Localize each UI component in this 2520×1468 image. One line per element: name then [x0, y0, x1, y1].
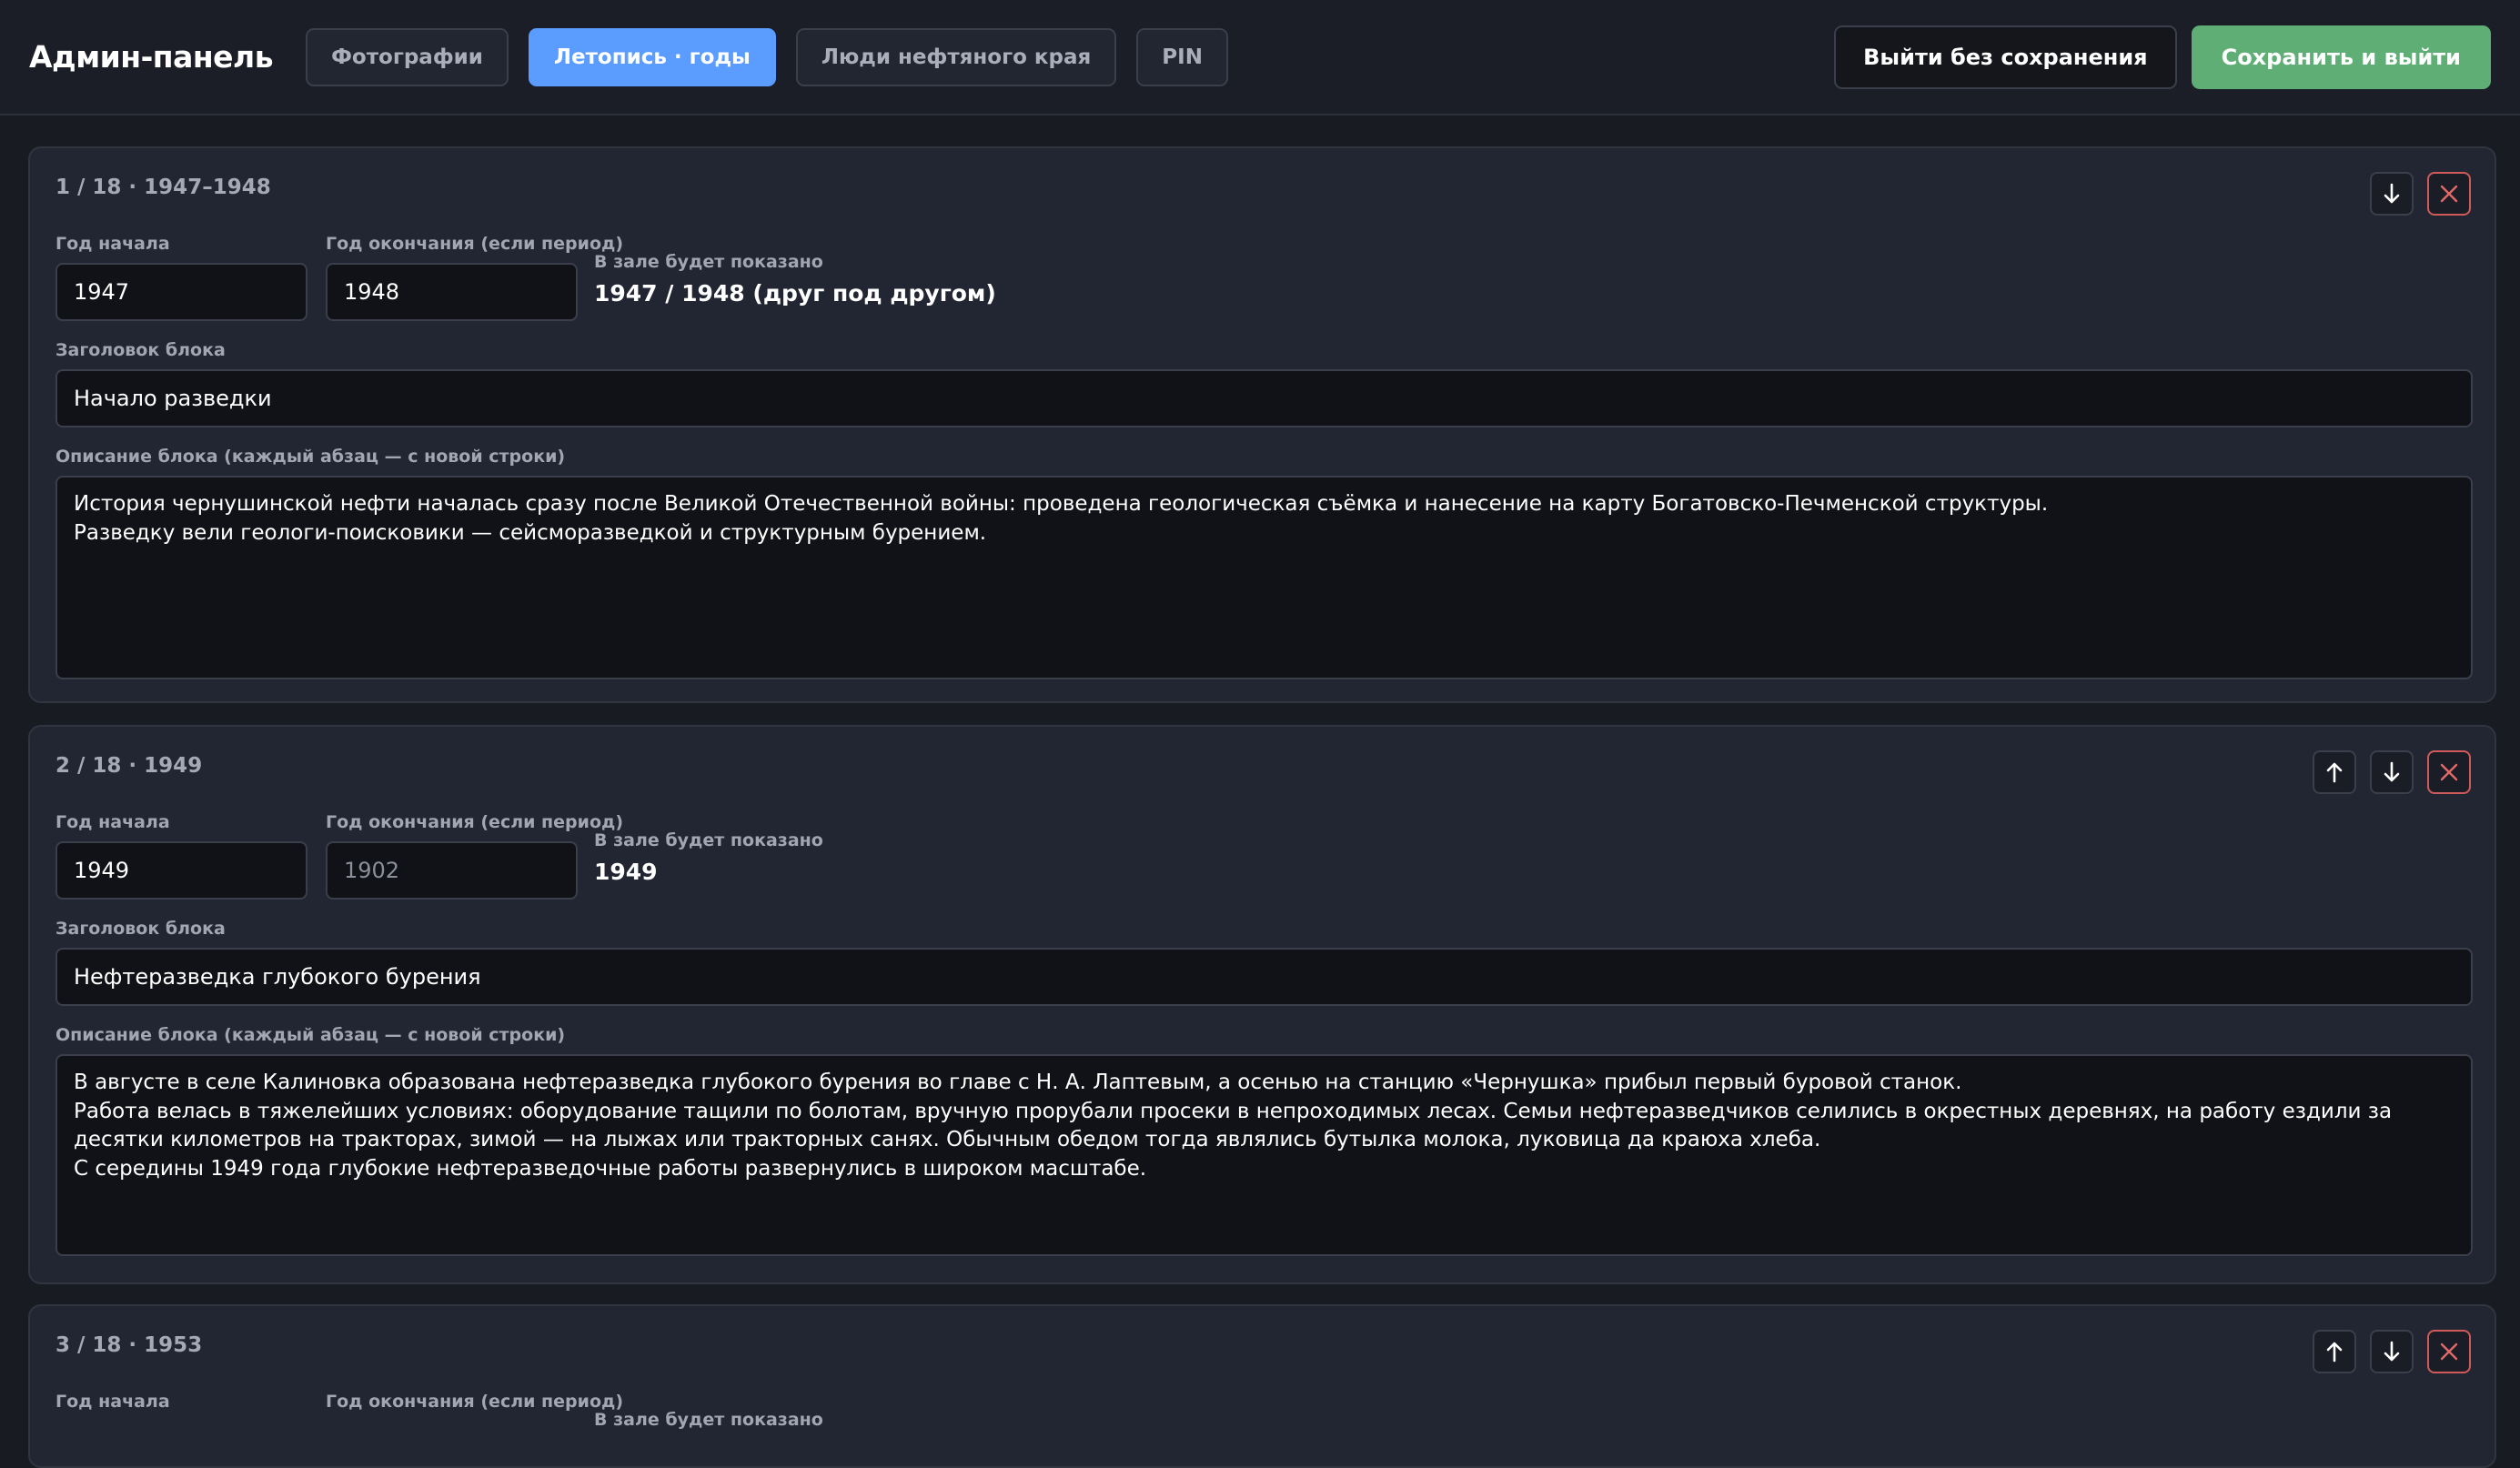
block-description-textarea[interactable]: В августе в селе Калиновка образована не… — [55, 1054, 2473, 1256]
block-title-input[interactable]: Начало разведки — [55, 369, 2473, 427]
end-year-input[interactable]: 1902 — [326, 841, 578, 900]
arrow-up-icon — [2326, 762, 2343, 783]
tab-oil-people[interactable]: Люди нефтяного края — [795, 27, 1117, 86]
block-description-textarea[interactable]: История чернушинской нефти началась сраз… — [55, 476, 2473, 679]
card-heading: 1 / 18 · 1947–1948 — [55, 176, 271, 199]
top-bar: Админ-панель Фотографии Летопись · годы … — [0, 0, 2520, 116]
year-card: 1 / 18 · 1947–1948 Год начала 1947 Год о… — [28, 146, 2496, 703]
end-year-input[interactable]: 1948 — [326, 263, 578, 321]
exit-without-saving-button[interactable]: Выйти без сохранения — [1834, 25, 2177, 89]
move-up-button[interactable] — [2313, 750, 2356, 794]
year-card: 3 / 18 · 1953 Год начала Год окончания (… — [28, 1304, 2496, 1468]
tab-chronicle-years[interactable]: Летопись · годы — [528, 27, 776, 86]
delete-button[interactable] — [2427, 750, 2471, 794]
start-year-label: Год начала — [55, 1392, 170, 1412]
card-heading: 3 / 18 · 1953 — [55, 1333, 203, 1357]
arrow-up-icon — [2326, 1342, 2343, 1362]
delete-button[interactable] — [2427, 1330, 2471, 1373]
move-down-button[interactable] — [2370, 1330, 2414, 1373]
shown-in-hall-value: 1949 — [594, 859, 658, 885]
start-year-input[interactable]: 1947 — [55, 263, 307, 321]
block-title-label: Заголовок блока — [55, 919, 226, 939]
move-up-button[interactable] — [2313, 1330, 2356, 1373]
end-year-label: Год окончания (если период) — [326, 1392, 624, 1412]
delete-button[interactable] — [2427, 172, 2471, 216]
close-icon — [2440, 1342, 2458, 1361]
end-year-label: Год окончания (если период) — [326, 812, 624, 832]
app-title: Админ-панель — [29, 39, 274, 75]
block-description-label: Описание блока (каждый абзац — с новой с… — [55, 447, 566, 467]
arrow-down-icon — [2384, 1341, 2400, 1362]
arrow-down-icon — [2384, 761, 2400, 782]
year-card: 2 / 18 · 1949 Год начала 1949 Год оконча… — [28, 725, 2496, 1284]
tab-pin[interactable]: PIN — [1136, 27, 1228, 86]
shown-in-hall-label: В зале будет показано — [594, 1410, 823, 1430]
block-description-label: Описание блока (каждый абзац — с новой с… — [55, 1025, 566, 1045]
block-title-input[interactable]: Нефтеразведка глубокого бурения — [55, 948, 2473, 1006]
shown-in-hall-label: В зале будет показано — [594, 830, 823, 850]
tab-photos[interactable]: Фотографии — [306, 27, 509, 86]
move-down-button[interactable] — [2370, 750, 2414, 794]
start-year-input[interactable]: 1949 — [55, 841, 307, 900]
card-heading: 2 / 18 · 1949 — [55, 754, 203, 778]
shown-in-hall-value: 1947 / 1948 (друг под другом) — [594, 280, 996, 307]
close-icon — [2440, 185, 2458, 203]
shown-in-hall-label: В зале будет показано — [594, 252, 823, 272]
start-year-label: Год начала — [55, 234, 170, 254]
arrow-down-icon — [2384, 183, 2400, 204]
close-icon — [2440, 763, 2458, 781]
move-down-button[interactable] — [2370, 172, 2414, 216]
end-year-label: Год окончания (если период) — [326, 234, 624, 254]
block-title-label: Заголовок блока — [55, 340, 226, 360]
start-year-label: Год начала — [55, 812, 170, 832]
save-and-exit-button[interactable]: Сохранить и выйти — [2191, 25, 2491, 89]
